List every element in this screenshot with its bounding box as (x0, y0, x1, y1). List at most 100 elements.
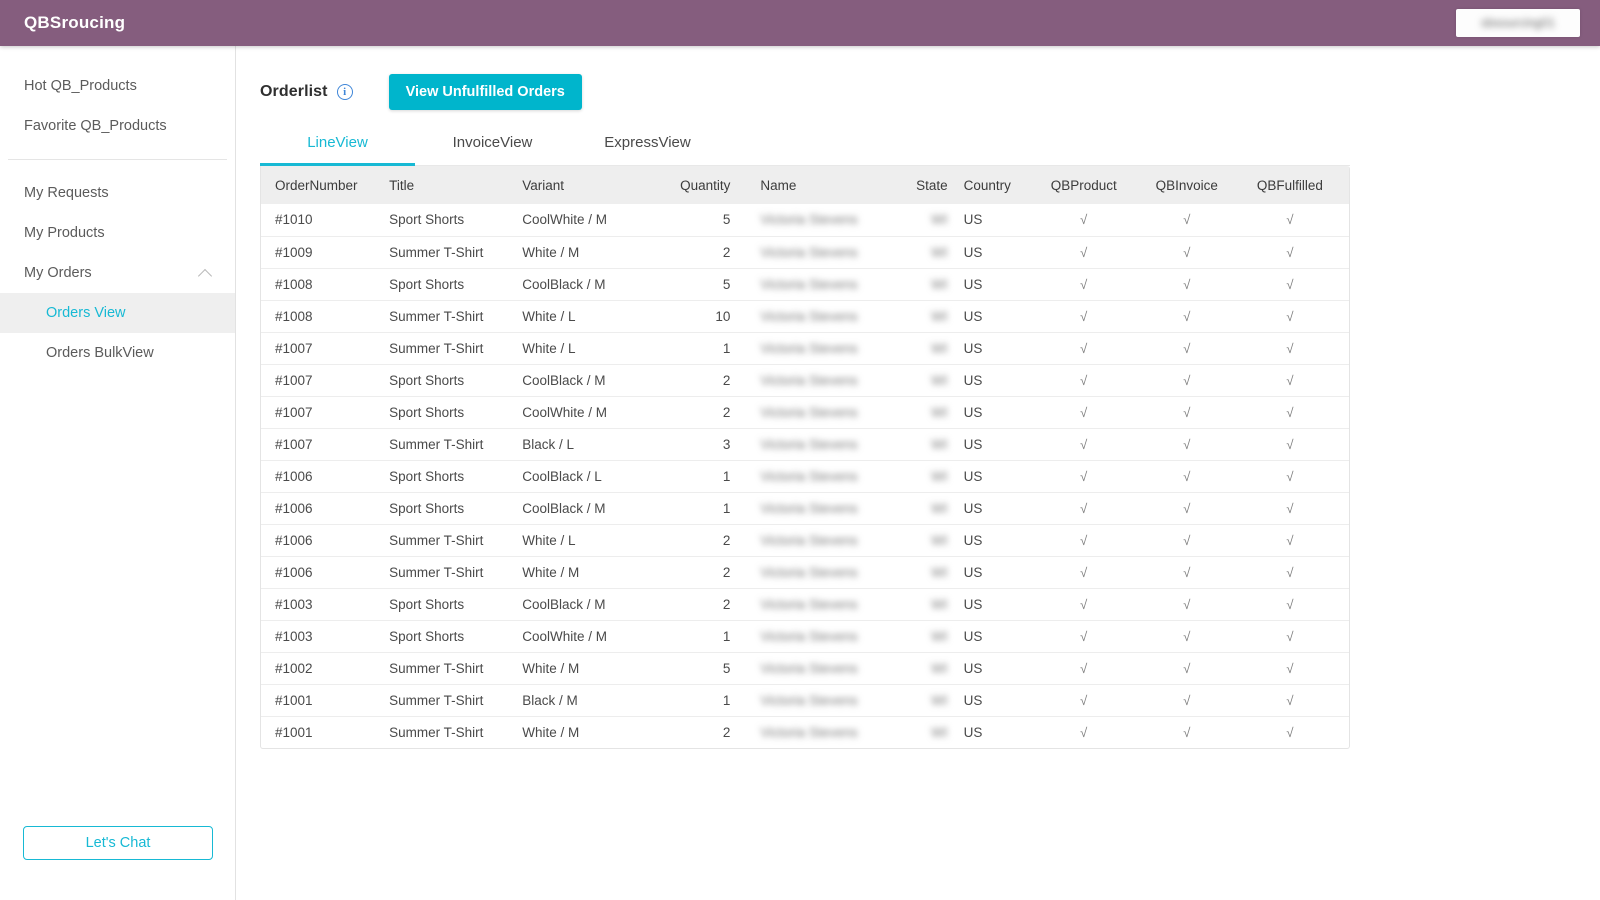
check-icon: √ (1080, 661, 1087, 676)
cell-qbfulfilled: √ (1239, 620, 1349, 652)
table-row[interactable]: #1007Sport ShortsCoolWhite / M2Victoria … (261, 396, 1349, 428)
table-row[interactable]: #1001Summer T-ShirtWhite / M2Victoria St… (261, 716, 1349, 748)
cell-qbproduct: √ (1033, 684, 1135, 716)
cell-name-value: Victoria Stevens (760, 373, 857, 388)
cell-ordernumber: #1010 (261, 204, 389, 236)
cell-state-value: WI (931, 341, 948, 356)
cell-quantity: 1 (650, 620, 742, 652)
tab-invoiceview[interactable]: InvoiceView (415, 124, 570, 166)
table-row[interactable]: #1002Summer T-ShirtWhite / M5Victoria St… (261, 652, 1349, 684)
cell-country: US (954, 556, 1033, 588)
sidebar-item-label: My Orders (24, 265, 198, 281)
table-row[interactable]: #1007Summer T-ShirtWhite / L1Victoria St… (261, 332, 1349, 364)
cell-quantity: 1 (650, 460, 742, 492)
column-header-qbinvoice[interactable]: QBInvoice (1135, 166, 1239, 204)
table-row[interactable]: #1006Summer T-ShirtWhite / L2Victoria St… (261, 524, 1349, 556)
column-header-country[interactable]: Country (954, 166, 1033, 204)
cell-state: WI (882, 428, 954, 460)
column-header-quantity[interactable]: Quantity (650, 166, 742, 204)
column-header-name[interactable]: Name (742, 166, 881, 204)
cell-title: Summer T-Shirt (389, 684, 522, 716)
sidebar-subitem-label: Orders View (46, 305, 126, 321)
cell-variant: CoolWhite / M (522, 396, 650, 428)
cell-name-value: Victoria Stevens (760, 629, 857, 644)
cell-name-value: Victoria Stevens (760, 501, 857, 516)
cell-name-value: Victoria Stevens (760, 565, 857, 580)
cell-qbfulfilled: √ (1239, 716, 1349, 748)
cell-name-value: Victoria Stevens (760, 725, 857, 740)
check-icon: √ (1183, 629, 1190, 644)
cell-qbfulfilled: √ (1239, 652, 1349, 684)
orders-table-body: #1010Sport ShortsCoolWhite / M5Victoria … (261, 204, 1349, 748)
lets-chat-button[interactable]: Let's Chat (23, 826, 213, 860)
cell-qbproduct: √ (1033, 332, 1135, 364)
check-icon: √ (1080, 629, 1087, 644)
cell-ordernumber: #1006 (261, 524, 389, 556)
check-icon: √ (1286, 693, 1293, 708)
user-account-chip[interactable]: sbsourcing01 (1456, 9, 1580, 37)
cell-qbfulfilled: √ (1239, 588, 1349, 620)
table-row[interactable]: #1006Sport ShortsCoolBlack / M1Victoria … (261, 492, 1349, 524)
table-row[interactable]: #1007Sport ShortsCoolBlack / M2Victoria … (261, 364, 1349, 396)
sidebar-item-orders-bulkview[interactable]: Orders BulkView (0, 333, 235, 373)
view-unfulfilled-orders-button[interactable]: View Unfulfilled Orders (389, 74, 582, 110)
info-icon[interactable]: i (337, 84, 353, 100)
table-row[interactable]: #1007Summer T-ShirtBlack / L3Victoria St… (261, 428, 1349, 460)
sidebar-item-hot-qb-products[interactable]: Hot QB_Products (0, 66, 235, 106)
cell-country: US (954, 492, 1033, 524)
cell-qbproduct: √ (1033, 268, 1135, 300)
cell-quantity: 2 (650, 556, 742, 588)
column-header-qbfulfilled[interactable]: QBFulfilled (1239, 166, 1349, 204)
table-row[interactable]: #1008Summer T-ShirtWhite / L10Victoria S… (261, 300, 1349, 332)
sidebar-item-favorite-qb-products[interactable]: Favorite QB_Products (0, 106, 235, 146)
cell-ordernumber: #1007 (261, 396, 389, 428)
table-row[interactable]: #1009Summer T-ShirtWhite / M2Victoria St… (261, 236, 1349, 268)
cell-qbproduct: √ (1033, 428, 1135, 460)
column-header-ordernumber[interactable]: OrderNumber (261, 166, 389, 204)
cell-country: US (954, 236, 1033, 268)
column-header-state[interactable]: State (882, 166, 954, 204)
cell-qbinvoice: √ (1135, 620, 1239, 652)
cell-quantity: 1 (650, 492, 742, 524)
cell-qbfulfilled: √ (1239, 204, 1349, 236)
check-icon: √ (1286, 373, 1293, 388)
table-row[interactable]: #1006Sport ShortsCoolBlack / L1Victoria … (261, 460, 1349, 492)
table-row[interactable]: #1001Summer T-ShirtBlack / M1Victoria St… (261, 684, 1349, 716)
table-row[interactable]: #1010Sport ShortsCoolWhite / M5Victoria … (261, 204, 1349, 236)
cell-qbinvoice: √ (1135, 524, 1239, 556)
cell-variant: CoolBlack / M (522, 492, 650, 524)
check-icon: √ (1183, 533, 1190, 548)
cell-ordernumber: #1007 (261, 428, 389, 460)
cell-qbfulfilled: √ (1239, 268, 1349, 300)
cell-name-value: Victoria Stevens (760, 309, 857, 324)
sidebar-item-label: Hot QB_Products (24, 78, 213, 94)
table-row[interactable]: #1008Sport ShortsCoolBlack / M5Victoria … (261, 268, 1349, 300)
table-row[interactable]: #1003Sport ShortsCoolWhite / M1Victoria … (261, 620, 1349, 652)
check-icon: √ (1080, 597, 1087, 612)
sidebar-item-my-products[interactable]: My Products (0, 213, 235, 253)
table-row[interactable]: #1003Sport ShortsCoolBlack / M2Victoria … (261, 588, 1349, 620)
cell-name: Victoria Stevens (742, 428, 881, 460)
check-icon: √ (1080, 469, 1087, 484)
column-header-variant[interactable]: Variant (522, 166, 650, 204)
view-tabs: LineView InvoiceView ExpressView (260, 124, 1350, 166)
check-icon: √ (1286, 501, 1293, 516)
column-header-title[interactable]: Title (389, 166, 522, 204)
cell-state: WI (882, 716, 954, 748)
check-icon: √ (1183, 341, 1190, 356)
user-account-name: sbsourcing01 (1481, 16, 1555, 30)
cell-quantity: 3 (650, 428, 742, 460)
chat-button-container: Let's Chat (0, 826, 236, 860)
sidebar-item-my-requests[interactable]: My Requests (0, 173, 235, 213)
column-header-qbproduct[interactable]: QBProduct (1033, 166, 1135, 204)
cell-qbproduct: √ (1033, 556, 1135, 588)
tab-lineview[interactable]: LineView (260, 124, 415, 166)
sidebar-item-orders-view[interactable]: Orders View (0, 293, 235, 333)
cell-ordernumber: #1001 (261, 684, 389, 716)
cell-quantity: 2 (650, 364, 742, 396)
cell-variant: White / M (522, 716, 650, 748)
cell-title: Summer T-Shirt (389, 332, 522, 364)
table-row[interactable]: #1006Summer T-ShirtWhite / M2Victoria St… (261, 556, 1349, 588)
sidebar-item-my-orders[interactable]: My Orders (0, 253, 235, 293)
tab-expressview[interactable]: ExpressView (570, 124, 725, 166)
